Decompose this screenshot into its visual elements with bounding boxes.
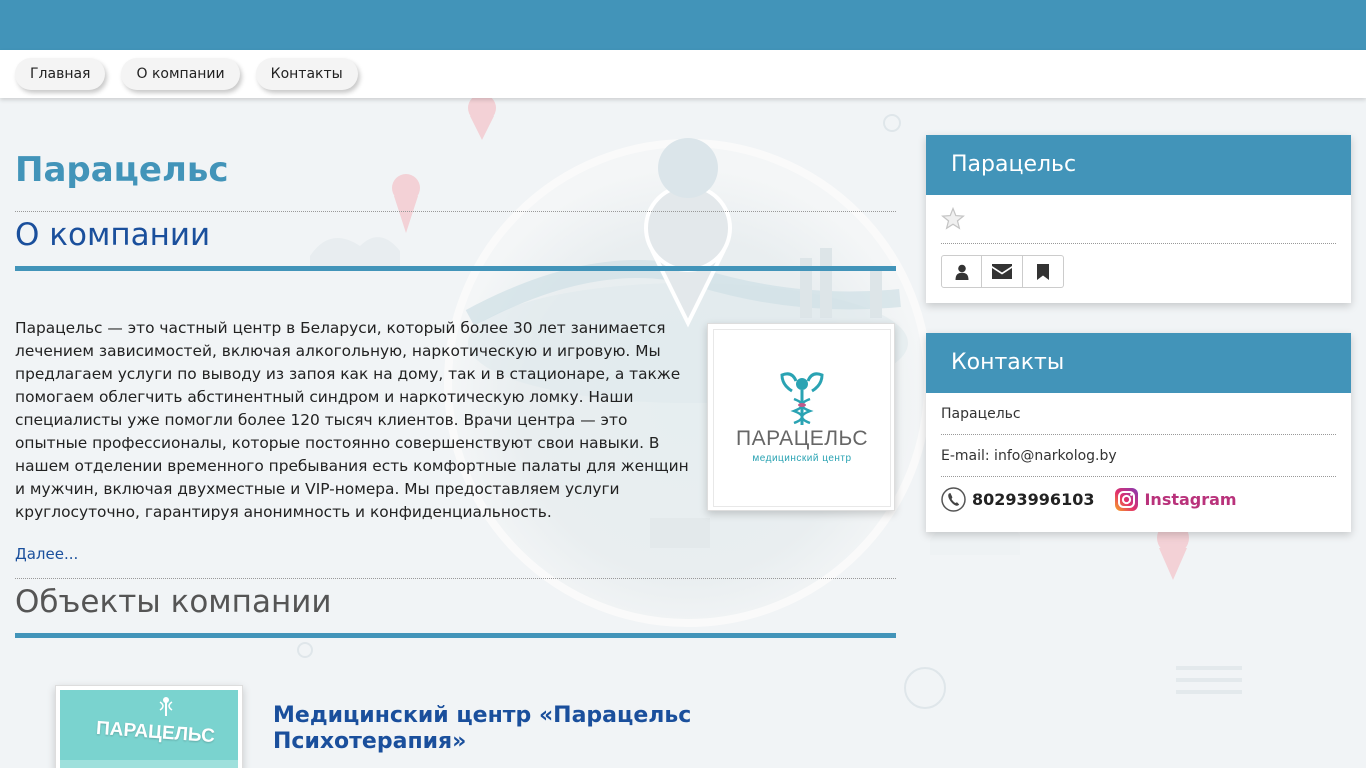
contacts-card-title: Контакты [926, 333, 1351, 393]
contact-phone[interactable]: 80293996103 [972, 490, 1094, 509]
about-heading: О компании [15, 217, 211, 253]
object-title-link[interactable]: Медицинский центр «Парацельс Психотерапи… [273, 703, 793, 755]
phone-icon [941, 487, 966, 512]
page-title: Парацельс [15, 150, 229, 190]
divider [15, 211, 896, 212]
caduceus-icon [780, 372, 824, 425]
instagram-icon[interactable] [1114, 487, 1139, 512]
company-card-title: Парацельс [926, 135, 1351, 195]
logo-name: ПАРАЦЕЛЬС [735, 427, 869, 450]
card-action-buttons [941, 244, 1336, 288]
nav-item-contacts[interactable]: Контакты [255, 58, 358, 90]
message-button[interactable] [982, 255, 1023, 288]
company-logo: ПАРАЦЕЛЬС медицинский центр [713, 329, 891, 507]
logo-subtitle: медицинский центр [752, 453, 852, 464]
heading-underline [15, 633, 896, 638]
user-icon [955, 264, 968, 280]
star-outline-icon[interactable] [941, 207, 965, 231]
instagram-link[interactable]: Instagram [1144, 490, 1236, 509]
object-photo: ПАРАЦЕЛЬС [60, 690, 238, 768]
contacts-card: Контакты Парацельс E-mail: info@narkolog… [926, 333, 1351, 532]
read-more-link[interactable]: Далее... [15, 545, 78, 563]
company-logo-card: ПАРАЦЕЛЬС медицинский центр [707, 323, 895, 511]
nav-item-about[interactable]: О компании [121, 58, 240, 90]
bookmark-icon [1037, 263, 1049, 280]
objects-heading: Объекты компании [15, 584, 332, 620]
contact-name: Парацельс [941, 393, 1336, 435]
about-text: Парацельс — это частный центр в Беларуси… [15, 319, 689, 521]
profile-button[interactable] [941, 255, 982, 288]
top-bar [0, 0, 1366, 50]
divider [15, 578, 896, 579]
nav-item-home[interactable]: Главная [15, 58, 106, 90]
company-card: Парацельс [926, 135, 1351, 303]
main-nav: Главная О компании Контакты [0, 50, 1366, 98]
object-photo-card[interactable]: ПАРАЦЕЛЬС [55, 685, 243, 768]
heading-underline [15, 266, 896, 271]
envelope-icon [992, 264, 1012, 279]
bookmark-button[interactable] [1023, 255, 1064, 288]
contact-email[interactable]: E-mail: info@narkolog.by [941, 435, 1336, 477]
